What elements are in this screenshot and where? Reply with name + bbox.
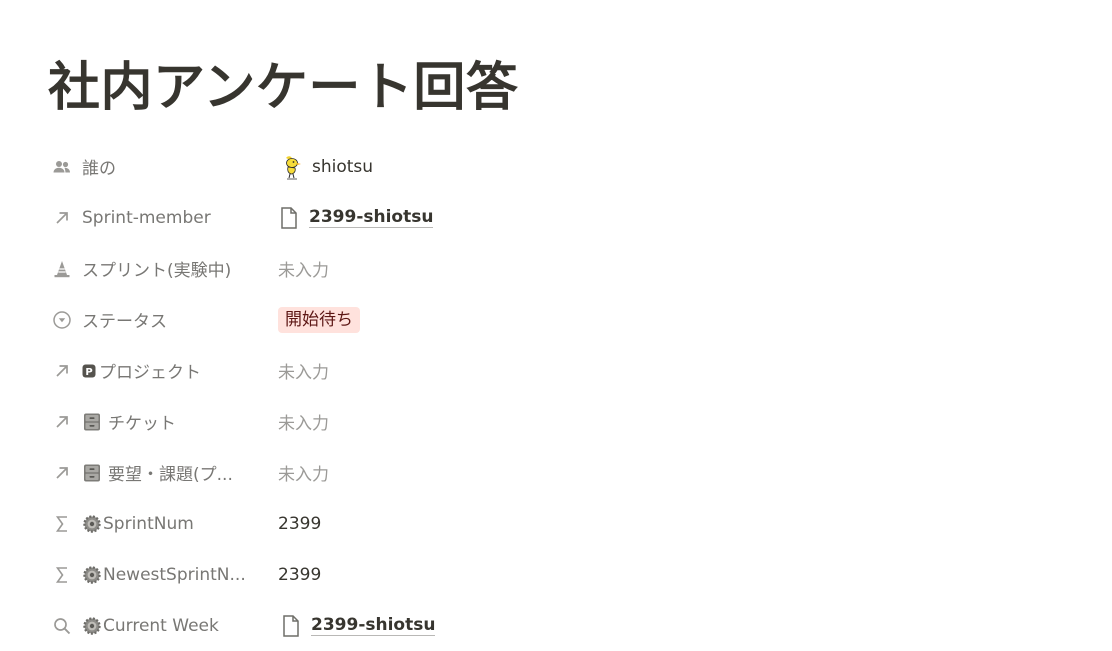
notion-page: 社内アンケート回答 誰の shiotsu Sprint-member 2399-… [0, 0, 1112, 650]
bird-avatar [278, 154, 304, 180]
gear-icon [82, 565, 102, 585]
empty-placeholder: 未入力 [278, 363, 329, 383]
status-icon [50, 308, 74, 332]
gear-icon [82, 514, 102, 534]
page-title[interactable]: 社内アンケート回答 [48, 52, 518, 124]
status-badge: 開始待ち [278, 306, 360, 333]
property-name-request[interactable]: 要望・課題(プ... [48, 456, 270, 490]
property-name-sprint[interactable]: スプリント(実験中) [48, 252, 270, 286]
property-row-status: ステータス 開始待ち [48, 294, 848, 345]
property-value-ticket[interactable]: 未入力 [278, 405, 329, 439]
property-value-request[interactable]: 未入力 [278, 456, 329, 490]
property-row-current-week: Current Week 2399-shiotsu [48, 600, 848, 651]
property-label: Sprint-member [82, 207, 211, 228]
property-name-sprintnum[interactable]: SprintNum [48, 507, 270, 541]
page-icon [280, 614, 302, 638]
property-name-owner[interactable]: 誰の [48, 150, 270, 184]
empty-placeholder: 未入力 [278, 261, 329, 281]
property-name-status[interactable]: ステータス [48, 303, 270, 337]
p-square-icon: P [82, 361, 96, 381]
property-name-sprint-member[interactable]: Sprint-member [48, 201, 270, 235]
file-cabinet-icon [82, 412, 102, 432]
empty-placeholder: 未入力 [278, 414, 329, 434]
property-value-status[interactable]: 開始待ち [278, 303, 360, 337]
relation-arrow-icon [50, 461, 74, 485]
property-label: スプリント(実験中) [82, 261, 232, 281]
property-value-sprint[interactable]: 未入力 [278, 252, 329, 286]
property-name-current-week[interactable]: Current Week [48, 609, 270, 643]
property-label: SprintNum [103, 513, 194, 534]
svg-text:P: P [85, 366, 92, 377]
property-name-project[interactable]: P プロジェクト [48, 354, 270, 388]
property-label: NewestSprintN... [103, 564, 246, 585]
property-name-ticket[interactable]: チケット [48, 405, 270, 439]
file-cabinet-icon [82, 463, 102, 483]
people-icon [50, 155, 74, 179]
formula-sigma-icon [50, 563, 74, 587]
property-label: チケット [108, 414, 176, 434]
page-link[interactable]: 2399-shiotsu [309, 207, 434, 228]
property-name-newest-sprint[interactable]: NewestSprintN... [48, 558, 270, 592]
property-row-sprint: スプリント(実験中) 未入力 [48, 243, 848, 294]
gear-icon [82, 616, 102, 636]
property-value-sprintnum[interactable]: 2399 [278, 507, 321, 541]
property-value-current-week: 2399-shiotsu [278, 609, 436, 643]
property-row-ticket: チケット 未入力 [48, 396, 848, 447]
property-value-sprint-member: 2399-shiotsu [278, 201, 434, 235]
property-value-newest-sprint[interactable]: 2399 [278, 558, 321, 592]
relation-arrow-icon [50, 410, 74, 434]
property-list: 誰の shiotsu Sprint-member 2399-shiotsu スプ… [48, 141, 848, 651]
relation-arrow-icon [50, 359, 74, 383]
property-row-newest-sprint: NewestSprintN... 2399 [48, 549, 848, 600]
empty-placeholder: 未入力 [278, 465, 329, 485]
property-label: 誰の [82, 159, 116, 179]
person-name: shiotsu [312, 156, 374, 177]
property-row-sprint-member: Sprint-member 2399-shiotsu [48, 192, 848, 243]
sprint-cone-icon [50, 257, 74, 281]
property-row-project: P プロジェクト 未入力 [48, 345, 848, 396]
property-label: Current Week [103, 615, 219, 636]
page-icon [278, 206, 300, 230]
property-value-owner[interactable]: shiotsu [278, 150, 373, 184]
rollup-search-icon [50, 614, 74, 638]
property-label: ステータス [82, 312, 167, 332]
property-row-owner: 誰の shiotsu [48, 141, 848, 192]
property-row-sprintnum: SprintNum 2399 [48, 498, 848, 549]
number-value: 2399 [278, 564, 322, 585]
relation-arrow-icon [50, 206, 74, 230]
property-row-request: 要望・課題(プ... 未入力 [48, 447, 848, 498]
property-label: プロジェクト [99, 363, 201, 383]
property-label: 要望・課題(プ... [108, 465, 233, 485]
number-value: 2399 [278, 513, 322, 534]
property-value-project[interactable]: 未入力 [278, 354, 329, 388]
formula-sigma-icon [50, 512, 74, 536]
page-link[interactable]: 2399-shiotsu [311, 615, 436, 636]
